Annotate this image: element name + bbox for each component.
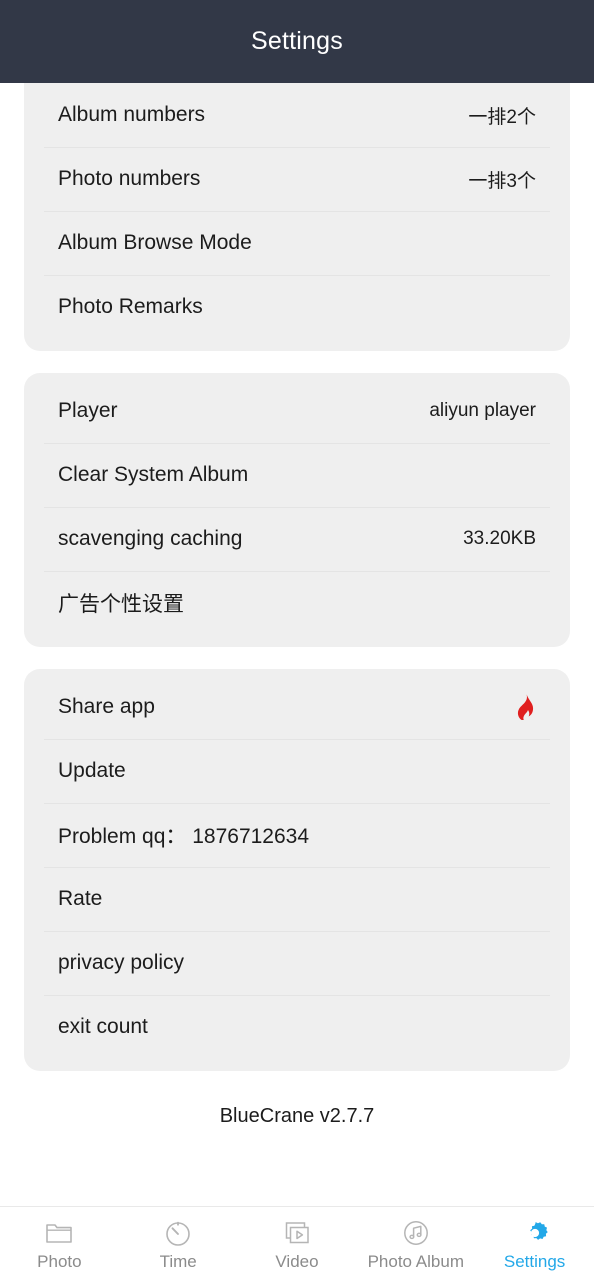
page-title: Settings <box>251 27 343 55</box>
tab-label: Photo Album <box>367 1251 464 1271</box>
settings-screen: Settings Album numbers 一排2个 Photo number… <box>0 0 594 1280</box>
tab-photo[interactable]: Photo <box>0 1207 119 1280</box>
settings-row-player[interactable]: Player aliyun player <box>44 379 550 443</box>
folder-icon <box>44 1218 74 1248</box>
tab-video[interactable]: Video <box>238 1207 357 1280</box>
settings-row-photo-numbers[interactable]: Photo numbers 一排3个 <box>44 147 550 211</box>
settings-row-label: privacy policy <box>58 951 185 974</box>
settings-row-clear-system-album[interactable]: Clear System Album <box>44 443 550 507</box>
settings-row-label: Rate <box>58 887 103 910</box>
settings-row-label: Photo numbers <box>58 167 201 190</box>
app-header: Settings <box>0 0 594 83</box>
tab-label: Photo <box>37 1251 82 1271</box>
settings-row-label: exit count <box>58 1015 148 1038</box>
settings-section-playback: Player aliyun player Clear System Album … <box>24 373 570 647</box>
settings-row-album-numbers[interactable]: Album numbers 一排2个 <box>44 83 550 147</box>
settings-row-album-browse-mode[interactable]: Album Browse Mode <box>44 211 550 275</box>
settings-section-about: Share app Update Problem qq： 1876712634 … <box>24 669 570 1071</box>
settings-row-problem-qq[interactable]: Problem qq： 1876712634 <box>44 803 550 867</box>
music-note-icon <box>401 1218 431 1248</box>
settings-row-value: 一排2个 <box>468 106 536 128</box>
settings-row-label: Clear System Album <box>58 463 249 486</box>
bottom-tab-bar: Photo Time Video Photo Album Settings <box>0 1206 594 1280</box>
tab-settings[interactable]: Settings <box>475 1207 594 1280</box>
settings-row-exit-count[interactable]: exit count <box>44 995 550 1059</box>
app-version-label: BlueCrane v2.7.7 <box>219 1105 375 1127</box>
settings-row-label: Share app <box>58 695 155 718</box>
settings-row-photo-remarks[interactable]: Photo Remarks <box>44 275 550 339</box>
settings-row-share-app[interactable]: Share app <box>44 675 550 739</box>
card-bottom-padding <box>44 635 550 647</box>
tab-photo-album[interactable]: Photo Album <box>356 1207 475 1280</box>
tab-time[interactable]: Time <box>119 1207 238 1280</box>
settings-row-label: scavenging caching <box>58 527 243 550</box>
settings-row-scavenging-caching[interactable]: scavenging caching 33.20KB <box>44 507 550 571</box>
settings-row-label: 广告个性设置 <box>58 593 184 616</box>
settings-row-rate[interactable]: Rate <box>44 867 550 931</box>
tab-label: Time <box>159 1251 197 1271</box>
settings-row-update[interactable]: Update <box>44 739 550 803</box>
settings-row-label: Problem qq： 1876712634 <box>58 825 310 848</box>
card-bottom-padding <box>44 339 550 351</box>
tab-label: Video <box>275 1251 319 1271</box>
settings-row-privacy-policy[interactable]: privacy policy <box>44 931 550 995</box>
settings-row-label: Album Browse Mode <box>58 231 252 254</box>
settings-row-value: 33.20KB <box>463 528 536 549</box>
settings-scroll-area[interactable]: Album numbers 一排2个 Photo numbers 一排3个 Al… <box>0 83 594 1206</box>
settings-row-value: 一排3个 <box>468 170 536 192</box>
settings-row-label: Update <box>58 759 126 782</box>
settings-section-display: Album numbers 一排2个 Photo numbers 一排3个 Al… <box>24 83 570 351</box>
settings-row-label: Player <box>58 399 118 422</box>
settings-row-value: aliyun player <box>429 400 536 421</box>
tab-label: Settings <box>503 1251 566 1271</box>
clock-icon <box>163 1218 193 1248</box>
video-icon <box>282 1218 312 1248</box>
flame-icon <box>514 694 536 720</box>
settings-row-label: Photo Remarks <box>58 295 203 318</box>
card-bottom-padding <box>44 1059 550 1071</box>
settings-row-ad-personalization[interactable]: 广告个性设置 <box>44 571 550 635</box>
settings-row-label: Album numbers <box>58 103 206 126</box>
gear-icon <box>520 1218 550 1248</box>
